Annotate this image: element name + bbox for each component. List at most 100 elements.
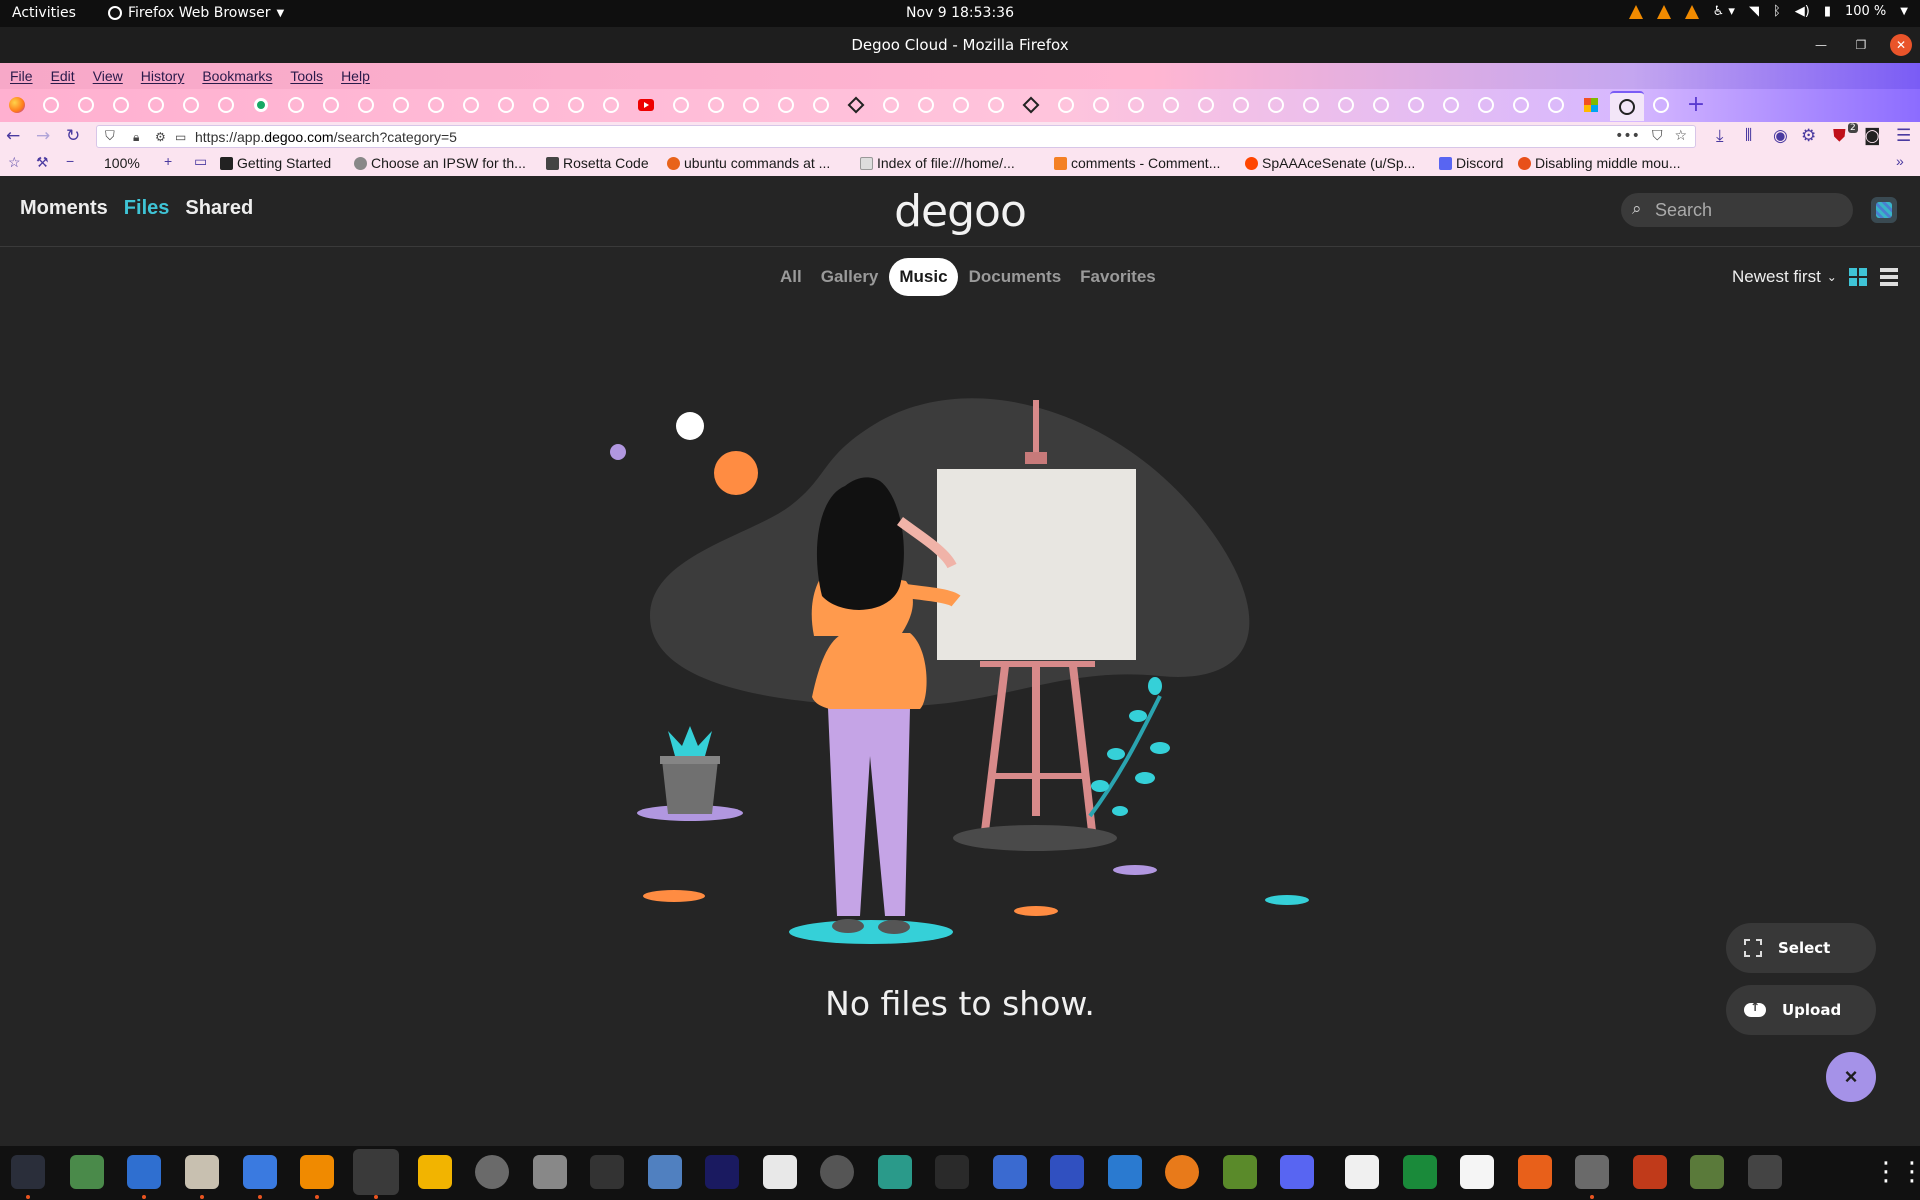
- calculator-icon[interactable]: [418, 1155, 452, 1189]
- ublock-icon[interactable]: ⛊: [1833, 126, 1846, 146]
- tab[interactable]: [1334, 93, 1358, 117]
- customize-icon[interactable]: ☆: [8, 154, 21, 171]
- tab[interactable]: [1299, 93, 1323, 117]
- system-menu-caret-icon[interactable]: ▼: [1900, 6, 1908, 17]
- tab[interactable]: [1579, 93, 1603, 117]
- calc-icon[interactable]: [1403, 1155, 1437, 1189]
- tab[interactable]: [109, 93, 133, 117]
- menu-tools[interactable]: Tools: [290, 68, 323, 84]
- sort-dropdown[interactable]: Newest first ⌄: [1732, 267, 1837, 287]
- avatar[interactable]: [1871, 197, 1897, 223]
- tab[interactable]: [1124, 93, 1148, 117]
- downloads-icon[interactable]: ⤓: [1716, 126, 1724, 146]
- bookmark-item[interactable]: Choose an IPSW for th...: [354, 155, 526, 171]
- vlc-icon[interactable]: [300, 1155, 334, 1189]
- tab[interactable]: [284, 93, 308, 117]
- tracking-shield-icon[interactable]: ⛉: [105, 129, 115, 144]
- firefox-dock-icon[interactable]: [353, 1149, 399, 1195]
- back-icon[interactable]: ←: [6, 126, 20, 146]
- typora-icon[interactable]: [1460, 1155, 1494, 1189]
- tab[interactable]: [1019, 93, 1043, 117]
- bookmark-item[interactable]: Disabling middle mou...: [1518, 155, 1681, 171]
- tab[interactable]: [39, 93, 63, 117]
- category-documents[interactable]: Documents: [961, 258, 1070, 296]
- discord-icon[interactable]: [1280, 1155, 1314, 1189]
- inkscape-alt-icon[interactable]: [935, 1155, 969, 1189]
- account-icon[interactable]: ◉: [1773, 126, 1788, 146]
- new-tab-button[interactable]: +: [1684, 93, 1708, 117]
- virtualbox-icon[interactable]: [1108, 1155, 1142, 1189]
- usb-creator-icon[interactable]: [1748, 1155, 1782, 1189]
- clock[interactable]: Nov 9 18:53:36: [906, 5, 1014, 21]
- app-menu[interactable]: Firefox Web Browser ▼: [108, 5, 284, 21]
- maximize-icon[interactable]: ❐: [1850, 34, 1872, 56]
- oscilloscope-icon[interactable]: [763, 1155, 797, 1189]
- blender-icon[interactable]: [1165, 1155, 1199, 1189]
- gimp-icon[interactable]: [1575, 1155, 1609, 1189]
- text-editor-icon[interactable]: [243, 1155, 277, 1189]
- vlc-tray-icon[interactable]: [1656, 4, 1671, 19]
- tab[interactable]: [144, 93, 168, 117]
- tab[interactable]: [599, 93, 623, 117]
- url-bar[interactable]: ⛉ 🔒︎ ⚙︎ ▭ https://app.degoo.com/search?c…: [96, 125, 1696, 148]
- tab[interactable]: [1264, 93, 1288, 117]
- hamburger-menu-icon[interactable]: ☰: [1896, 126, 1911, 146]
- show-apps-icon[interactable]: ⋮⋮: [1873, 1155, 1920, 1189]
- tab[interactable]: [564, 93, 588, 117]
- app-center-icon[interactable]: [820, 1155, 854, 1189]
- tab[interactable]: [949, 93, 973, 117]
- page-info-icon[interactable]: ▭: [175, 130, 186, 144]
- select-button[interactable]: Select: [1726, 923, 1876, 973]
- bookmark-item[interactable]: SpAAAceSenate (u/Sp...: [1245, 155, 1415, 171]
- bookmark-item[interactable]: Rosetta Code: [546, 155, 649, 171]
- image-editor-icon[interactable]: [1223, 1155, 1257, 1189]
- screenshot-icon[interactable]: [1050, 1155, 1084, 1189]
- writer-icon[interactable]: [127, 1155, 161, 1189]
- tab[interactable]: [634, 93, 658, 117]
- tab[interactable]: [1194, 93, 1218, 117]
- nav-moments[interactable]: Moments: [20, 197, 108, 220]
- calendar-icon[interactable]: [878, 1155, 912, 1189]
- search-input[interactable]: [1655, 197, 1845, 223]
- files-icon[interactable]: [185, 1155, 219, 1189]
- character-map-icon[interactable]: [1345, 1155, 1379, 1189]
- degoo-extension-icon[interactable]: ◙: [1864, 126, 1881, 146]
- category-gallery[interactable]: Gallery: [813, 258, 887, 296]
- settings-icon[interactable]: [475, 1155, 509, 1189]
- terminal-icon[interactable]: [590, 1155, 624, 1189]
- close-window-icon[interactable]: ✕: [1890, 34, 1912, 56]
- tab-degoo-active[interactable]: [1610, 91, 1644, 121]
- nav-shared[interactable]: Shared: [185, 197, 253, 220]
- tab[interactable]: [1404, 93, 1428, 117]
- image-viewer-icon[interactable]: [533, 1155, 567, 1189]
- menu-edit[interactable]: Edit: [51, 68, 75, 84]
- page-actions-icon[interactable]: •••: [1615, 128, 1640, 144]
- library-icon[interactable]: ⫴: [1745, 126, 1752, 146]
- vlc-tray-icon[interactable]: [1628, 4, 1643, 19]
- tab[interactable]: [1089, 93, 1113, 117]
- reload-icon[interactable]: ↻: [66, 126, 80, 146]
- inkscape-icon[interactable]: [648, 1155, 682, 1189]
- menu-file[interactable]: File: [10, 68, 33, 84]
- tab[interactable]: [669, 93, 693, 117]
- tasks-icon[interactable]: [993, 1155, 1027, 1189]
- search-box[interactable]: ⌕: [1621, 193, 1853, 227]
- bookmark-item[interactable]: Getting Started: [220, 155, 331, 171]
- tab[interactable]: [704, 93, 728, 117]
- tab[interactable]: [1229, 93, 1253, 117]
- tab[interactable]: [1649, 93, 1673, 117]
- bookmark-item[interactable]: comments - Comment...: [1054, 155, 1220, 171]
- audio-app-icon[interactable]: [705, 1155, 739, 1189]
- extension-icon[interactable]: ⚙︎: [1801, 126, 1816, 146]
- pocket-icon[interactable]: ⛉: [1652, 128, 1663, 144]
- minimize-icon[interactable]: —: [1810, 34, 1832, 56]
- system-tray[interactable]: ♿︎ ▾ ◥ ᛒ ◀) ▮ 100 % ▼: [1628, 4, 1908, 19]
- tab[interactable]: [844, 93, 868, 117]
- bookmark-item[interactable]: ubuntu commands at ...: [667, 155, 830, 171]
- permissions-icon[interactable]: ⚙︎: [155, 130, 166, 144]
- menu-bookmarks[interactable]: Bookmarks: [202, 68, 272, 84]
- url-text[interactable]: https://app.degoo.com/search?category=5: [195, 129, 457, 145]
- category-all[interactable]: All: [772, 258, 810, 296]
- tab[interactable]: [774, 93, 798, 117]
- tab[interactable]: [249, 93, 273, 117]
